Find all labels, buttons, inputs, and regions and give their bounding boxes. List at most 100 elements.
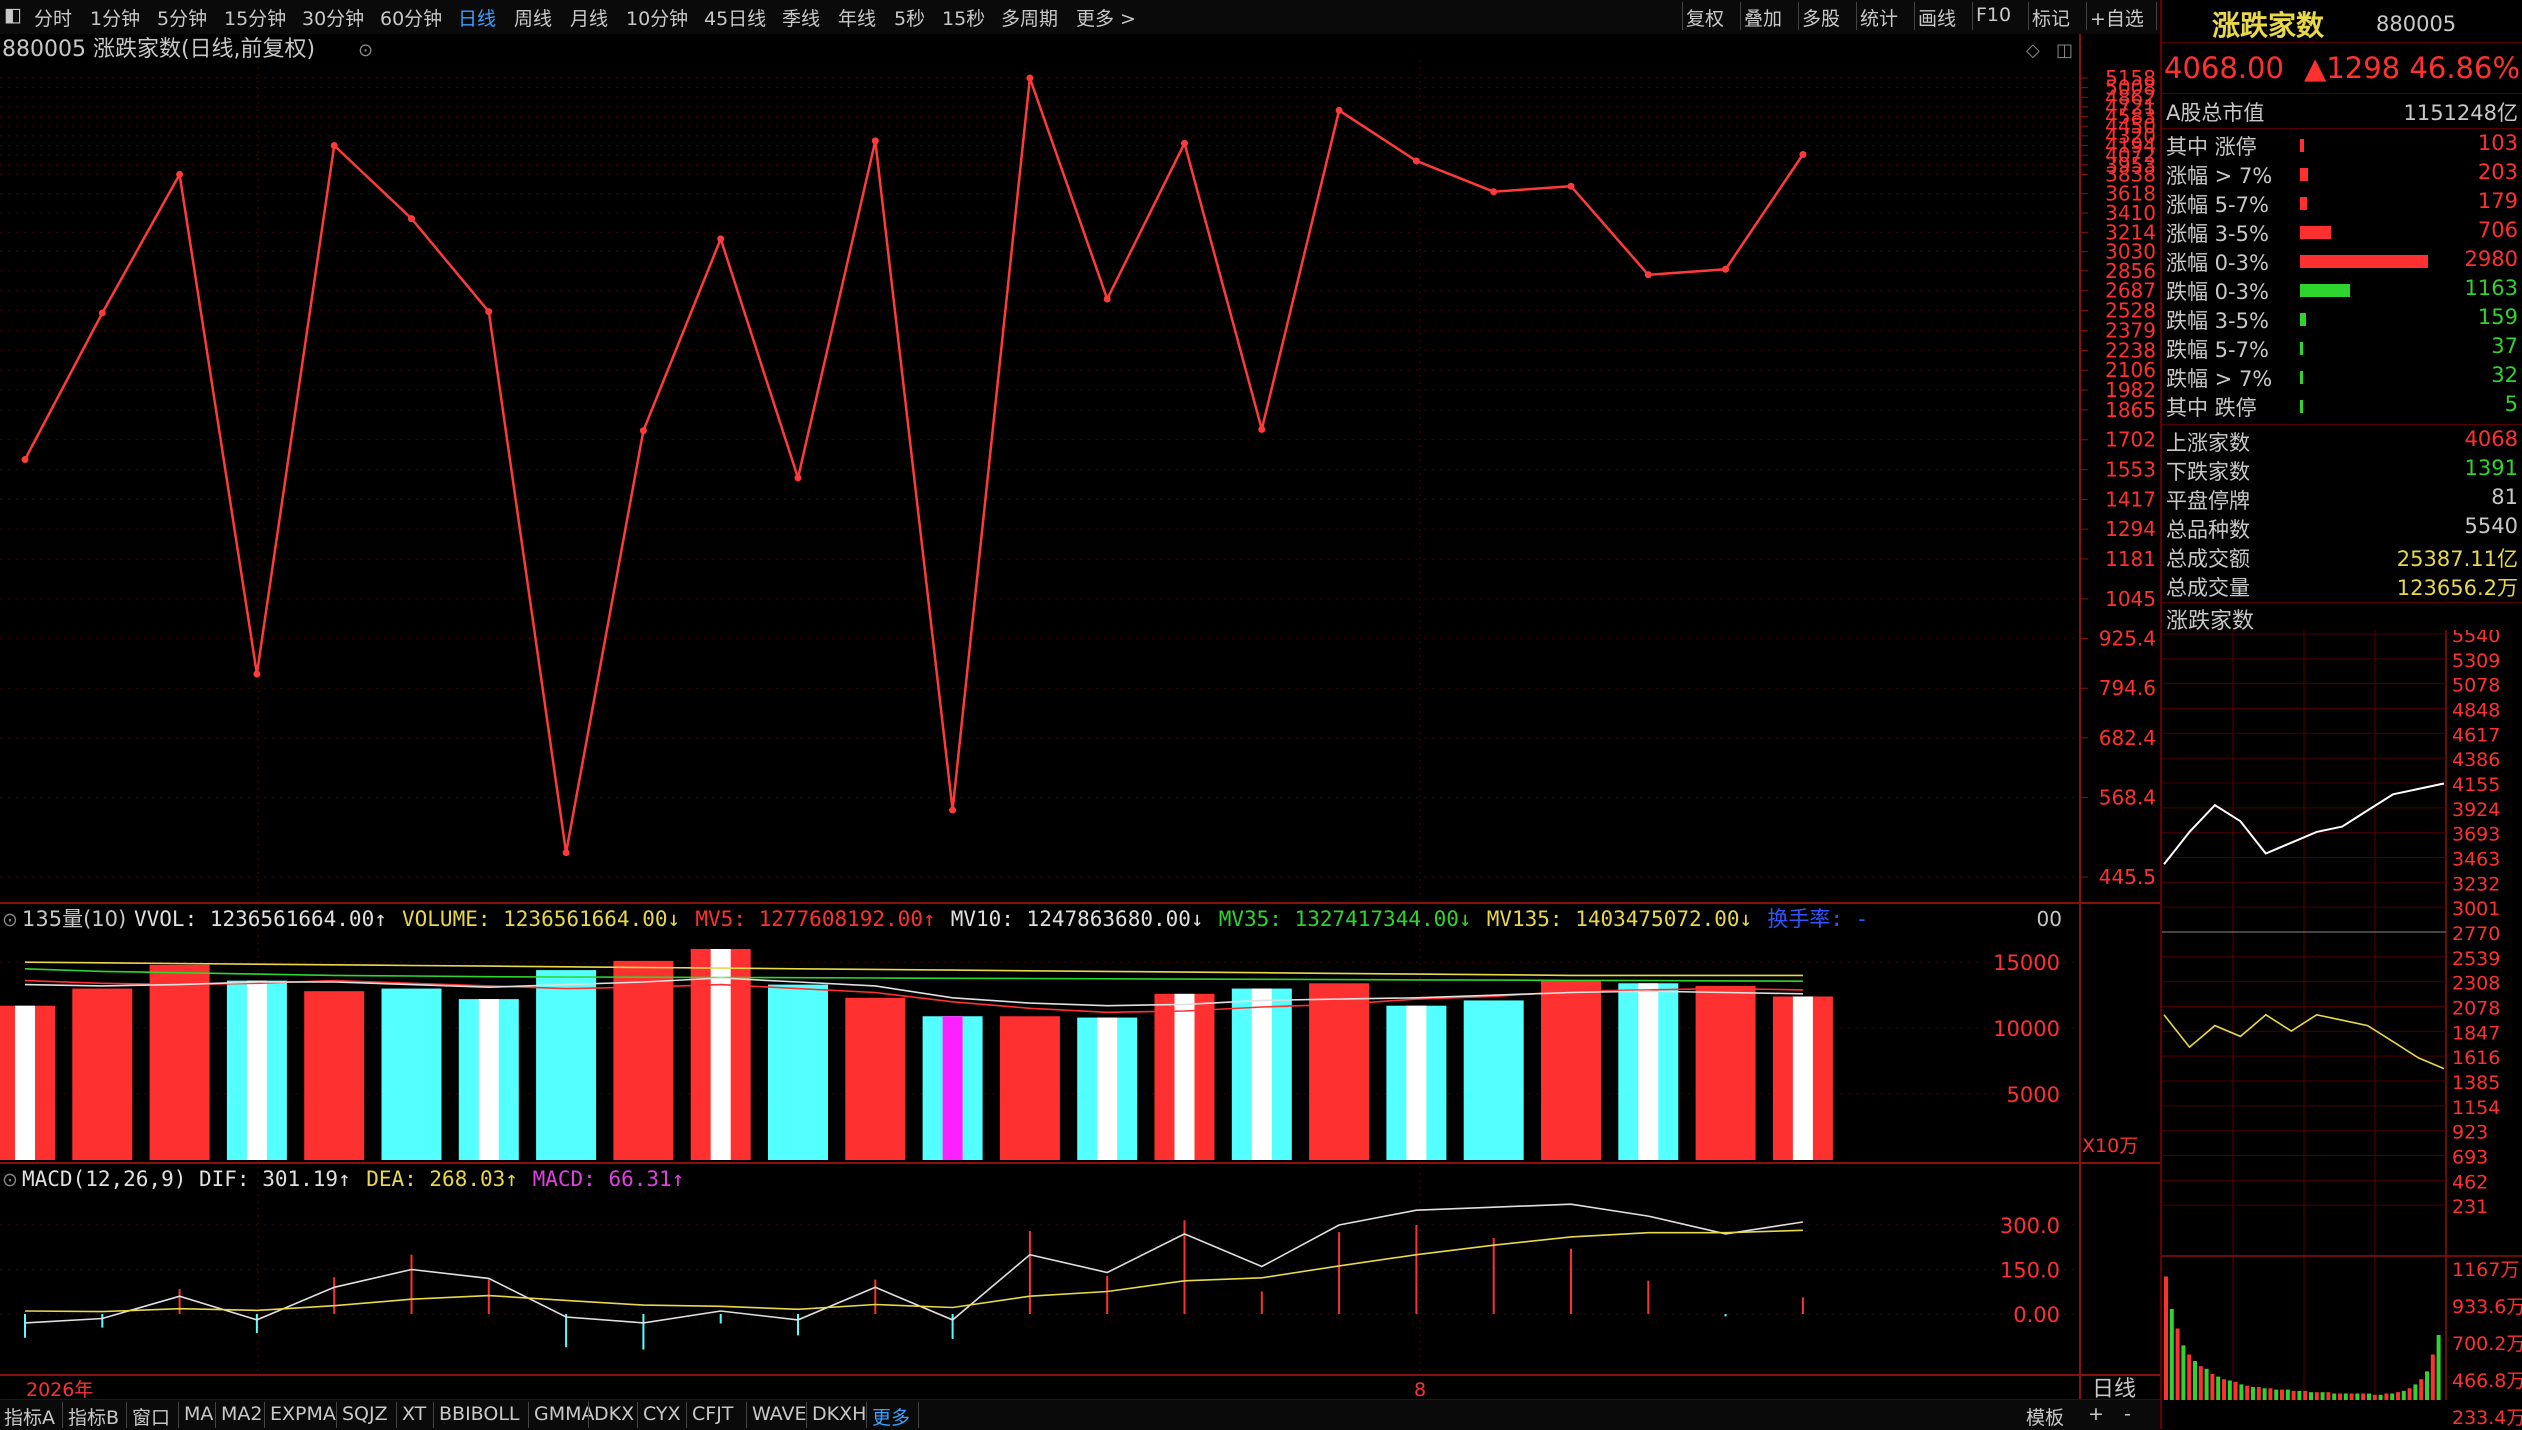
period-tab[interactable]: 多周期: [1001, 4, 1058, 31]
mini-tick-label: 2539: [2452, 948, 2500, 970]
indicator-tab[interactable]: CYX: [643, 1403, 681, 1425]
breakdown-bar: [2300, 313, 2306, 326]
tab-divider: [637, 1402, 638, 1428]
indicator-tab[interactable]: CFJT: [692, 1403, 733, 1425]
indicator-tab[interactable]: DKXH: [812, 1403, 866, 1425]
breakdown-row: 涨幅 3-5% 706: [2162, 218, 2522, 246]
mini-volume-bar: [2407, 1388, 2412, 1400]
breakdown-label: 跌幅 0-3%: [2166, 280, 2269, 304]
toolbar-divider: [2028, 2, 2029, 30]
volume-bar-highlight: [1174, 993, 1195, 1160]
price-tick-label: 925.4: [2099, 627, 2156, 651]
mini-tick-label: 3693: [2452, 824, 2500, 846]
mini-volume-bar: [2164, 1276, 2168, 1400]
indicator-tab[interactable]: MA2: [221, 1403, 262, 1425]
volume-indicator-name: 135量(10): [22, 907, 126, 931]
indicator-tab[interactable]: WAVE: [752, 1403, 807, 1425]
toolbar-action-button[interactable]: 多股: [1802, 4, 1840, 31]
toolbar-action-button[interactable]: 统计: [1860, 4, 1898, 31]
price-point: [639, 427, 647, 435]
period-tab[interactable]: 季线: [782, 4, 820, 31]
mini-volume-bar: [2245, 1385, 2250, 1400]
indicator-tab[interactable]: SQJZ: [342, 1403, 388, 1425]
mini-volume-bar: [2419, 1379, 2424, 1400]
title-dropdown-icon[interactable]: ⊙: [358, 40, 373, 61]
indicator-tab[interactable]: 更多: [872, 1403, 910, 1430]
stat-value: 123656.2万: [2396, 576, 2518, 600]
indicator-tab[interactable]: BBIBOLL: [439, 1403, 520, 1425]
breakdown-bar: [2300, 371, 2303, 384]
template-control-button[interactable]: +: [2088, 1403, 2104, 1425]
price-tick-label: 1181: [2105, 547, 2156, 571]
period-tab[interactable]: 月线: [570, 4, 608, 31]
indicator-tab[interactable]: GMMA: [534, 1403, 595, 1425]
period-tab[interactable]: 15秒: [942, 4, 985, 31]
toolbar-action-button[interactable]: 标记: [2032, 4, 2070, 31]
indicator-tab[interactable]: 窗口: [132, 1403, 170, 1430]
breakdown-row: 跌幅 5-7% 37: [2162, 334, 2522, 362]
indicator-tab[interactable]: 指标B: [68, 1403, 119, 1430]
volume-toggle-icon[interactable]: ⊙: [2, 909, 18, 931]
period-tab[interactable]: 5分钟: [157, 4, 207, 31]
toolbar-action-button[interactable]: +自选: [2090, 4, 2144, 31]
price-point: [717, 235, 725, 243]
period-tab[interactable]: 年线: [838, 4, 876, 31]
stat-row: 总成交额 25387.11亿: [2162, 543, 2522, 571]
mini-volume-bar: [2413, 1384, 2418, 1400]
period-tab[interactable]: 10分钟: [626, 4, 688, 31]
period-tab[interactable]: 更多 >: [1076, 4, 1136, 31]
volume-bar-highlight: [1638, 983, 1659, 1160]
tab-divider: [866, 1402, 867, 1428]
stat-value: 81: [2491, 485, 2518, 509]
template-control-button[interactable]: 模板: [2026, 1403, 2064, 1430]
stat-label: 平盘停牌: [2166, 489, 2250, 513]
toolbar-action-button[interactable]: F10: [1976, 4, 2011, 26]
template-control-button[interactable]: -: [2124, 1403, 2131, 1425]
diamond-icon[interactable]: ◇: [2026, 40, 2040, 61]
window-toggle-icon[interactable]: ◫: [2056, 40, 2073, 61]
period-tab[interactable]: 60分钟: [380, 4, 442, 31]
period-tab[interactable]: 分时: [34, 4, 72, 31]
breakdown-list: 其中 涨停 103 涨幅 > 7% 203 涨幅 5-7% 179 涨幅 3-5% 706 涨幅…: [2162, 128, 2522, 425]
period-tab[interactable]: 5秒: [894, 4, 925, 31]
mini-volume-bar: [2262, 1388, 2267, 1400]
indicator-tab[interactable]: 指标A: [4, 1403, 55, 1430]
mini-volume-bar: [2210, 1374, 2215, 1400]
indicator-tab[interactable]: DKX: [594, 1403, 634, 1425]
volume-indicator-value: VVOL: 1236561664.00↑: [134, 907, 387, 931]
period-tab[interactable]: 日线: [458, 4, 496, 31]
toolbar-action-button[interactable]: 叠加: [1744, 4, 1782, 31]
main-chart-area: 880005 涨跌家数(日线,前复权) ⊙ ◇ ◫515850084862472145…: [0, 34, 2160, 1399]
macd-tick-label: 0.00: [2013, 1303, 2060, 1327]
mini-tick-label: 1154: [2452, 1097, 2500, 1119]
period-tab[interactable]: 30分钟: [302, 4, 364, 31]
panel-toggle-icon[interactable]: ◧: [4, 4, 22, 26]
toolbar-action-button[interactable]: 复权: [1686, 4, 1724, 31]
macd-toggle-icon[interactable]: ⊙: [2, 1169, 18, 1191]
mini-volume-bar: [2239, 1384, 2244, 1400]
mini-volume-bar: [2303, 1390, 2308, 1400]
period-tab[interactable]: 15分钟: [224, 4, 286, 31]
mini-volume-bar: [2204, 1368, 2209, 1400]
mini-volume-bar: [2175, 1328, 2180, 1400]
macd-indicator-value: DEA: 268.03↑: [366, 1167, 518, 1191]
period-tab[interactable]: 周线: [514, 4, 552, 31]
period-tab[interactable]: 1分钟: [90, 4, 140, 31]
indicator-tab[interactable]: XT: [402, 1403, 426, 1425]
volume-bar: [999, 1016, 1060, 1160]
price-tick-label: 794.6: [2099, 676, 2156, 700]
breakdown-row: 跌幅 3-5% 159: [2162, 305, 2522, 333]
x-axis-month-label: 8: [1414, 1379, 1426, 1399]
indicator-tab[interactable]: MA: [184, 1403, 213, 1425]
mini-tick-label: 3924: [2452, 799, 2500, 821]
toolbar-divider: [1740, 2, 1741, 30]
tab-divider: [396, 1402, 397, 1428]
price-point: [1412, 157, 1420, 165]
toolbar-action-button[interactable]: 画线: [1918, 4, 1956, 31]
period-tab[interactable]: 45日线: [704, 4, 766, 31]
price-tick-label: 1417: [2105, 488, 2156, 512]
indicator-tab[interactable]: EXPMA: [270, 1403, 336, 1425]
volume-indicator-value: MV10: 1247863680.00↓: [951, 907, 1204, 931]
mini-volume-bar: [2355, 1393, 2360, 1400]
tab-divider: [178, 1402, 179, 1428]
